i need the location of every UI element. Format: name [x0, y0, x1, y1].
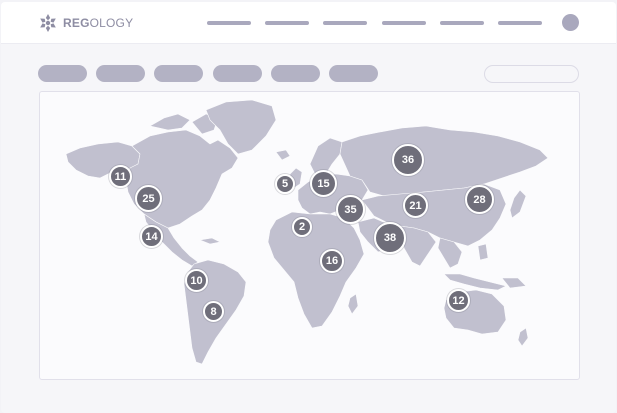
filter-pill-6[interactable] [329, 65, 378, 82]
landmass-africa [267, 211, 365, 329]
map-marker-15[interactable]: 15 [310, 170, 337, 197]
landmass-north-america [125, 129, 239, 229]
map-marker-11[interactable]: 11 [109, 165, 132, 188]
landmass-russia [339, 125, 549, 197]
map-marker-28[interactable]: 28 [465, 185, 494, 214]
landmass-indonesia [443, 273, 507, 291]
filter-pill-2[interactable] [96, 65, 145, 82]
map-marker-35[interactable]: 35 [336, 195, 365, 224]
nav-item-1[interactable] [207, 21, 251, 25]
map-marker-5[interactable]: 5 [275, 174, 295, 194]
map-marker-8[interactable]: 8 [203, 301, 224, 322]
map-marker-16[interactable]: 16 [320, 249, 344, 273]
brand-name: REGOLOGY [63, 16, 134, 30]
map-marker-36[interactable]: 36 [392, 144, 424, 176]
map-marker-25[interactable]: 25 [135, 185, 162, 212]
landmass-madagascar [347, 293, 359, 315]
map-marker-14[interactable]: 14 [140, 225, 163, 248]
nav-item-3[interactable] [323, 21, 367, 25]
map-marker-10[interactable]: 10 [185, 269, 208, 292]
map-marker-12[interactable]: 12 [447, 289, 470, 312]
nav-item-4[interactable] [382, 21, 426, 25]
landmass-new-zealand [517, 327, 529, 347]
app-window: REGOLOGY 11 25 14 10 8 5 2 15 35 36 21 3… [1, 2, 616, 413]
filter-pill-5[interactable] [271, 65, 320, 82]
map-marker-21[interactable]: 21 [403, 193, 428, 218]
landmass-japan [509, 189, 527, 219]
nav-item-2[interactable] [265, 21, 309, 25]
nav-item-5[interactable] [440, 21, 484, 25]
user-avatar[interactable] [562, 14, 579, 31]
world-map [65, 99, 549, 365]
filter-pill-4[interactable] [213, 65, 262, 82]
landmass-iceland [275, 149, 291, 161]
search-input[interactable] [484, 65, 579, 83]
nav-item-6[interactable] [498, 21, 542, 25]
landmass-caribbean [199, 237, 221, 245]
map-marker-2[interactable]: 2 [292, 217, 312, 237]
world-map-panel: 11 25 14 10 8 5 2 15 35 36 21 38 28 16 1… [39, 91, 580, 380]
brand-logo[interactable]: REGOLOGY [38, 13, 133, 33]
filter-pill-3[interactable] [154, 65, 203, 82]
filter-pill-1[interactable] [38, 65, 87, 82]
top-navigation-bar: REGOLOGY [1, 2, 616, 44]
map-marker-38[interactable]: 38 [374, 222, 406, 254]
landmass-philippines [477, 243, 489, 261]
landmass-arctic-islands [149, 113, 191, 131]
snowflake-logo-icon [40, 14, 56, 32]
